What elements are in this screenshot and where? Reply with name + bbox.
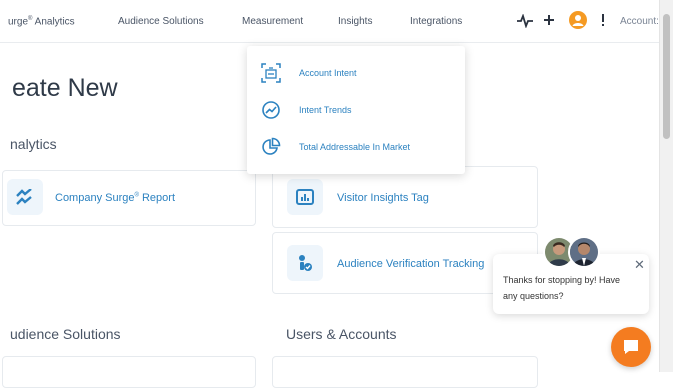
card-label-audience-verification: Audience Verification Tracking — [337, 258, 485, 270]
nav-surge-analytics[interactable]: urge® Analytics — [8, 16, 75, 27]
card-users-accounts-first[interactable] — [272, 356, 538, 388]
section-title-users-accounts: Users & Accounts — [286, 326, 397, 342]
visitor-insights-icon-wrap — [287, 179, 323, 215]
pie-chart-icon — [262, 137, 281, 155]
verified-user-icon — [299, 255, 312, 271]
dropdown-item-total-addressable[interactable]: Total Addressable In Market — [259, 135, 459, 159]
alert-icon[interactable] — [601, 13, 605, 27]
scrollbar-thumb[interactable] — [663, 14, 670, 139]
trend-icon — [262, 101, 280, 119]
section-title-analytics: nalytics — [10, 136, 57, 152]
card-audience-solutions-first[interactable] — [2, 356, 256, 388]
measurement-dropdown: Account Intent Intent Trends Total Addre… — [247, 46, 465, 174]
dropdown-item-intent-trends[interactable]: Intent Trends — [259, 98, 459, 122]
chat-launcher-button[interactable] — [611, 327, 651, 367]
chat-icon — [624, 340, 638, 354]
chat-message: Thanks for stopping by! Have any questio… — [503, 275, 621, 301]
surge-icon-wrap — [7, 179, 43, 215]
user-icon — [572, 15, 584, 26]
surge-icon — [16, 189, 32, 205]
chat-agent-avatar-2 — [568, 236, 600, 268]
nav-insights[interactable]: Insights — [338, 16, 372, 27]
account-menu[interactable]: Account: — [620, 16, 659, 27]
nav-audience-solutions[interactable]: Audience Solutions — [118, 16, 204, 27]
bar-chart-icon — [296, 189, 314, 205]
close-icon[interactable]: ✕ — [634, 258, 645, 271]
card-label-company-surge: Company Surge® Report — [55, 192, 175, 204]
audience-verification-icon-wrap — [287, 245, 323, 281]
section-title-audience-solutions: udience Solutions — [10, 326, 121, 342]
person-photo-icon — [570, 238, 598, 266]
nav-measurement[interactable]: Measurement — [242, 16, 303, 27]
page-title: eate New — [12, 74, 118, 102]
account-intent-icon — [261, 63, 281, 83]
user-avatar[interactable] — [569, 11, 587, 29]
nav-integrations[interactable]: Integrations — [410, 16, 462, 27]
top-nav: urge® Analytics Audience Solutions Measu… — [0, 0, 660, 43]
activity-pulse-icon[interactable] — [517, 14, 533, 28]
card-company-surge-report[interactable]: Company Surge® Report — [2, 170, 256, 226]
plus-icon[interactable] — [543, 14, 555, 26]
dropdown-item-account-intent[interactable]: Account Intent — [259, 61, 459, 85]
scrollbar[interactable] — [659, 0, 673, 372]
chat-bubble[interactable]: Thanks for stopping by! Have any questio… — [493, 254, 649, 314]
card-visitor-insights-tag[interactable]: Visitor Insights Tag — [272, 166, 538, 228]
card-label-visitor-insights: Visitor Insights Tag — [337, 192, 429, 204]
